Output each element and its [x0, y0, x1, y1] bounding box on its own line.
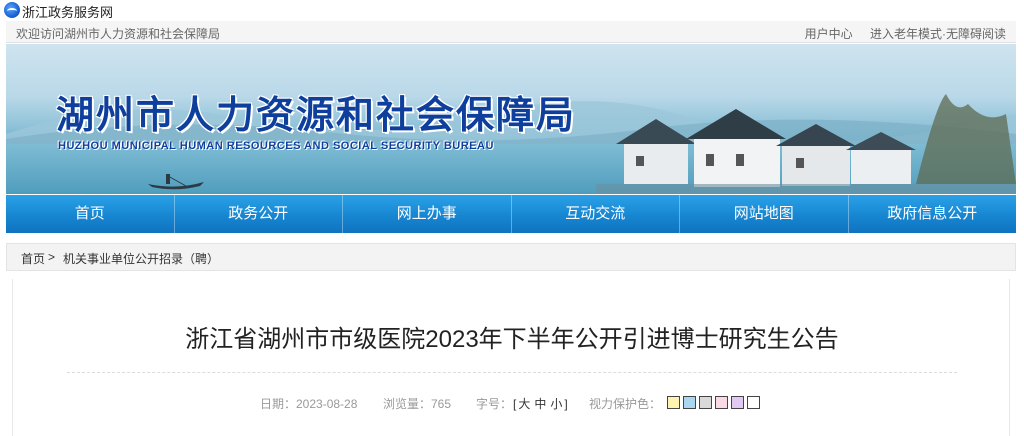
eye-color-white[interactable]: [747, 396, 760, 409]
font-medium-button[interactable]: 中: [534, 397, 546, 411]
eye-color-gray[interactable]: [699, 396, 712, 409]
breadcrumb-current[interactable]: 机关事业单位公开招录（聘）: [63, 250, 219, 267]
gov-service-bar: 浙江政务服务网: [0, 0, 1024, 20]
gov-service-link[interactable]: 浙江政务服务网: [22, 2, 113, 21]
elder-mode-link[interactable]: 进入老年模式: [870, 27, 942, 41]
eye-color-yellow[interactable]: [667, 396, 680, 409]
font-bracket-close: ]: [564, 397, 568, 411]
welcome-links: 用户中心 进入老年模式·无障碍阅读: [791, 25, 1006, 42]
zhejiang-gov-logo-icon[interactable]: [4, 2, 20, 18]
nav-online-service[interactable]: 网上办事: [343, 195, 512, 233]
eye-color-blue[interactable]: [683, 396, 696, 409]
article-title: 浙江省湖州市市级医院2023年下半年公开引进博士研究生公告: [185, 326, 839, 353]
font-bracket-open: [: [513, 397, 517, 411]
article-meta: 日期：2023-08-28 浏览量：765 字号： [大中小] 视力保护色：: [13, 392, 1011, 412]
article-date: 日期：2023-08-28: [260, 397, 358, 411]
article-views: 浏览量：765: [383, 397, 452, 411]
main-nav: 首页 政务公开 网上办事 互动交流 网站地图 政府信息公开: [6, 195, 1016, 233]
title-divider: [67, 372, 957, 373]
nav-interaction[interactable]: 互动交流: [512, 195, 680, 233]
nav-sitemap[interactable]: 网站地图: [680, 195, 849, 233]
welcome-text: 欢迎访问湖州市人力资源和社会保障局: [16, 27, 221, 41]
breadcrumb: 首页 > 机关事业单位公开招录（聘）: [6, 243, 1016, 271]
eye-protect-label: 视力保护色：: [589, 397, 662, 411]
site-banner: 湖州市人力资源和社会保障局 HUZHOU MUNICIPAL HUMAN RES…: [6, 44, 1016, 194]
user-center-link[interactable]: 用户中心: [805, 27, 853, 41]
site-title-en: HUZHOU MUNICIPAL HUMAN RESOURCES AND SOC…: [58, 140, 494, 152]
nav-gov-info[interactable]: 政府信息公开: [849, 195, 1017, 233]
eye-color-pink[interactable]: [715, 396, 728, 409]
breadcrumb-home[interactable]: 首页: [21, 250, 45, 267]
article: 浙江省湖州市市级医院2023年下半年公开引进博士研究生公告 日期：2023-08…: [12, 279, 1010, 436]
nav-home[interactable]: 首页: [6, 195, 175, 233]
font-large-button[interactable]: 大: [518, 397, 530, 411]
banner-village: [596, 94, 1016, 194]
font-small-button[interactable]: 小: [550, 397, 562, 411]
site-title: 湖州市人力资源和社会保障局: [56, 95, 577, 137]
eye-color-purple[interactable]: [731, 396, 744, 409]
nav-gov-affairs[interactable]: 政务公开: [175, 195, 343, 233]
font-size-controls: [大中小]: [513, 395, 568, 412]
breadcrumb-separator: >: [48, 250, 56, 264]
welcome-bar: 欢迎访问湖州市人力资源和社会保障局 用户中心 进入老年模式·无障碍阅读: [6, 21, 1016, 43]
boat-icon: [148, 174, 204, 190]
barrier-free-link[interactable]: 无障碍阅读: [946, 27, 1006, 41]
font-size-label: 字号：: [476, 397, 513, 411]
